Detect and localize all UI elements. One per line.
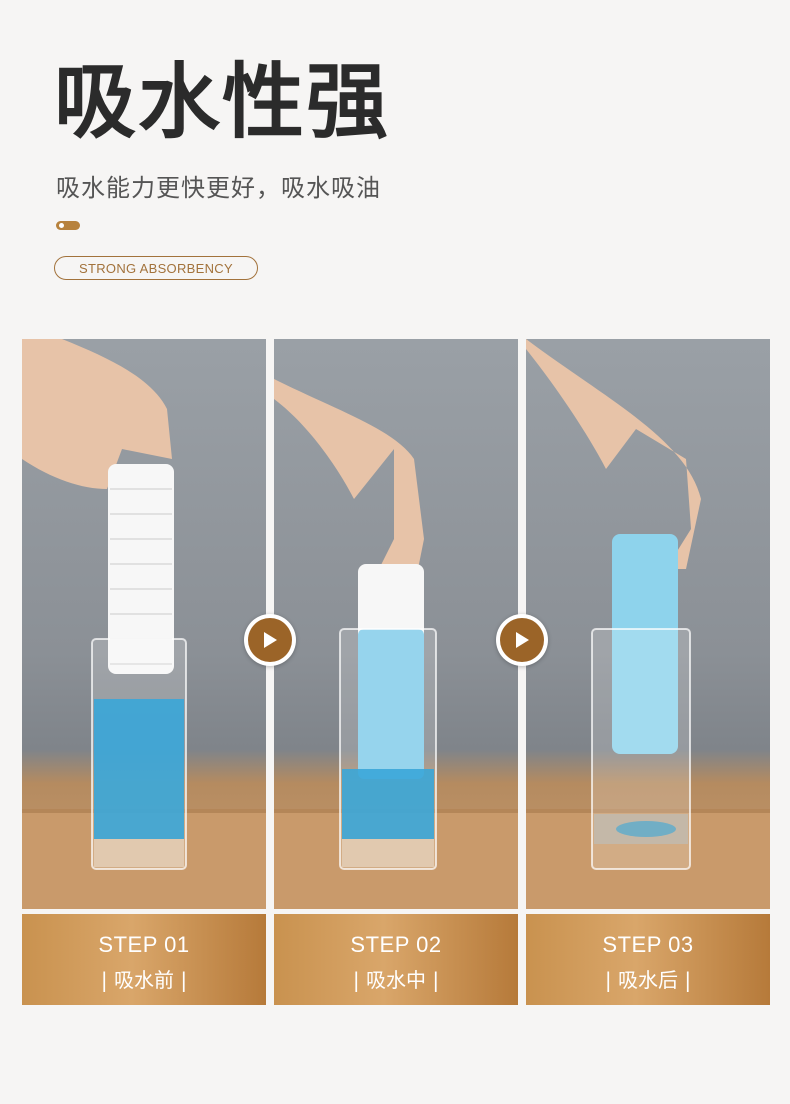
absorbency-badge: STRONG ABSORBENCY: [54, 256, 258, 280]
play-arrow-icon: [244, 614, 296, 666]
step-label: | 吸水后 |: [604, 968, 692, 992]
step-02-box: STEP 02 | 吸水中 |: [274, 914, 518, 1005]
step-number: STEP 03: [602, 932, 694, 957]
step-03-box: STEP 03 | 吸水后 |: [526, 914, 770, 1005]
step-03-photo: [526, 339, 770, 909]
decorative-pill: [56, 221, 80, 230]
play-arrow-icon: [496, 614, 548, 666]
step-02-photo: [274, 339, 518, 909]
step-label: | 吸水前 |: [100, 968, 188, 992]
step-label: | 吸水中 |: [352, 968, 440, 992]
step-01-box: STEP 01 | 吸水前 |: [22, 914, 266, 1005]
step-number: STEP 02: [350, 932, 442, 957]
step-01-photo: [22, 339, 266, 909]
page-subtitle: 吸水能力更快更好，吸水吸油: [56, 174, 381, 202]
step-number: STEP 01: [98, 932, 190, 957]
page-title: 吸水性强: [54, 55, 391, 150]
